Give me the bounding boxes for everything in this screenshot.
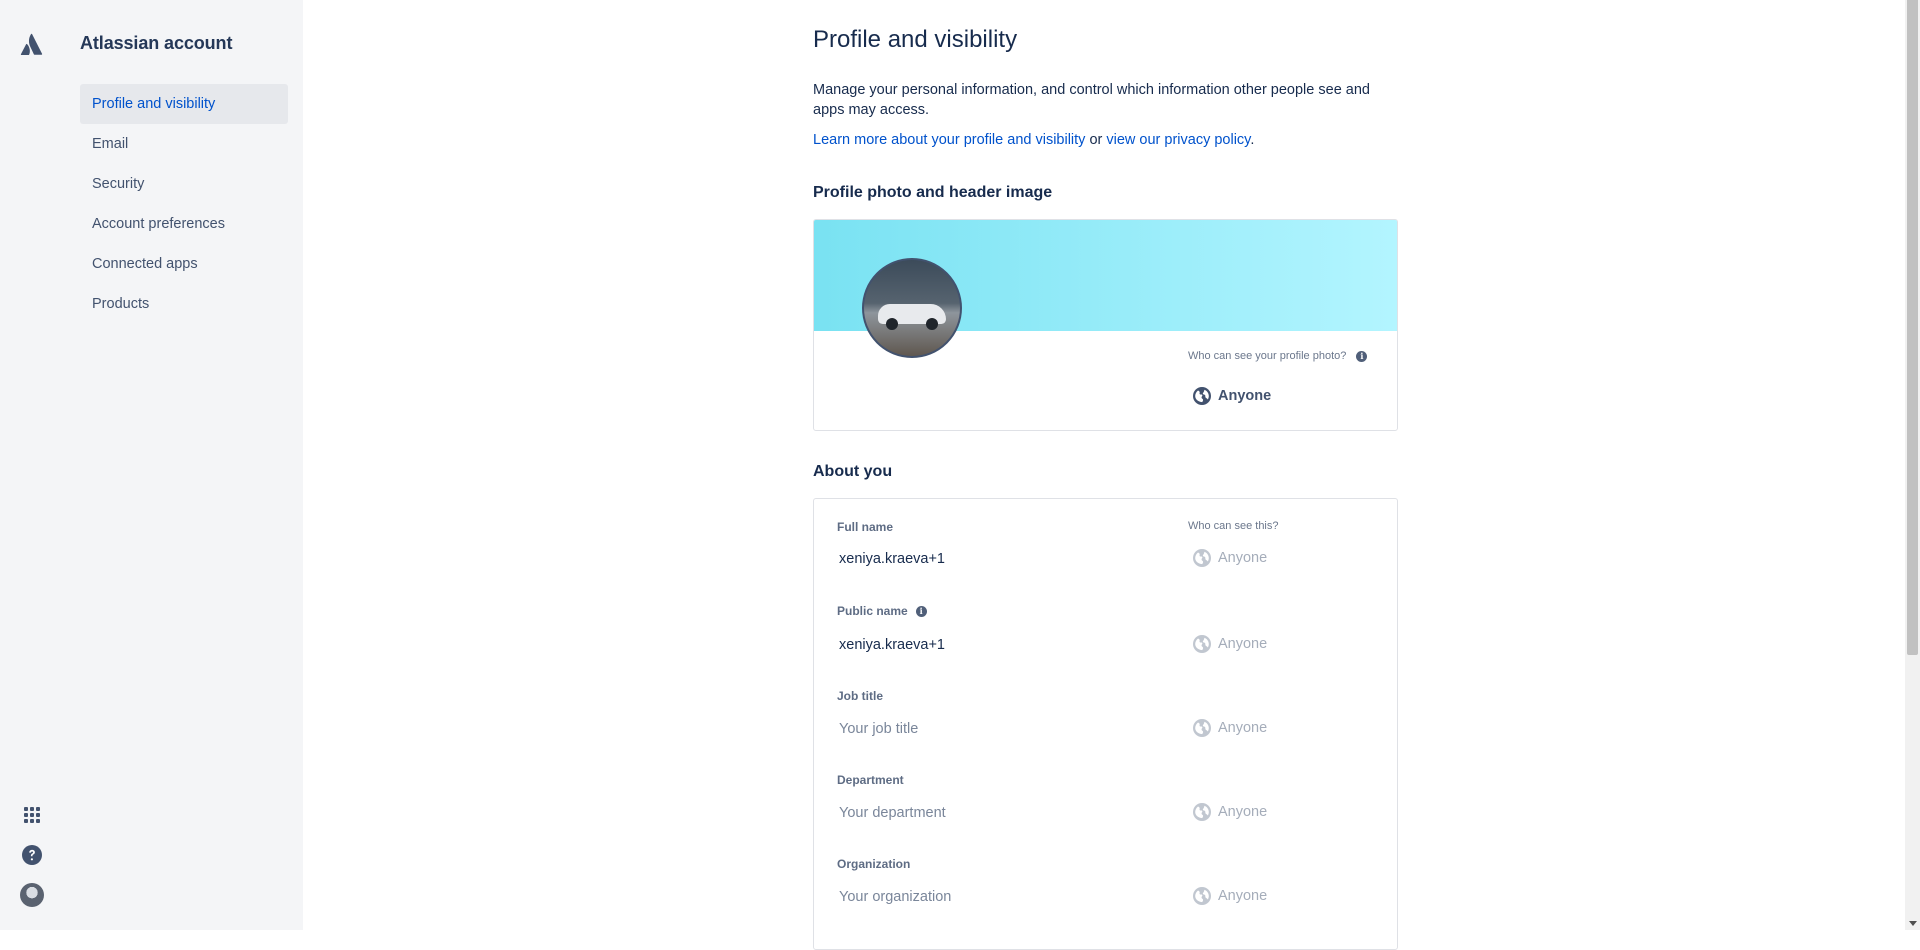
car-wheel-front [886, 318, 898, 330]
app-switcher-icon[interactable] [20, 803, 44, 827]
or-text: or [1085, 132, 1107, 148]
period-text: . [1250, 132, 1255, 148]
full-name-visibility-value: Anyone [1218, 550, 1268, 566]
globe-icon [1193, 887, 1211, 905]
full-name-field[interactable]: xeniya.kraeva+1 [839, 551, 945, 567]
organization-field[interactable]: Your organization [839, 889, 951, 905]
profile-photo[interactable] [862, 258, 962, 358]
sidebar: Atlassian account Profile and visibility… [0, 0, 303, 930]
globe-icon [1193, 803, 1211, 821]
organization-visibility[interactable]: Anyone [1192, 886, 1267, 906]
sidebar-item-connected-apps[interactable]: Connected apps [80, 244, 288, 284]
scrollbar-thumb[interactable] [1907, 0, 1918, 655]
privacy-policy-link[interactable]: view our privacy policy [1106, 132, 1250, 148]
page-title: Profile and visibility [813, 26, 1018, 53]
sidebar-item-profile-and-visibility[interactable]: Profile and visibility [80, 84, 288, 124]
department-visibility[interactable]: Anyone [1192, 802, 1267, 822]
app-title: Atlassian account [80, 33, 233, 53]
photo-section-title: Profile photo and header image [813, 184, 1053, 201]
car-wheel-rear [926, 318, 938, 330]
job-title-visibility[interactable]: Anyone [1192, 718, 1267, 738]
info-icon[interactable]: i [915, 606, 927, 618]
organization-visibility-value: Anyone [1218, 888, 1268, 904]
sidebar-nav: Profile and visibility Email Security Ac… [80, 84, 288, 324]
sidebar-item-email[interactable]: Email [80, 124, 288, 164]
department-visibility-value: Anyone [1218, 804, 1268, 820]
department-label: Department [837, 773, 904, 787]
help-icon[interactable] [20, 843, 44, 867]
photo-visibility-question: Who can see your profile photo? [1188, 350, 1347, 362]
photo-visibility-value: Anyone [1218, 388, 1272, 404]
job-title-field[interactable]: Your job title [839, 721, 918, 737]
atlassian-logo-icon[interactable] [20, 33, 44, 55]
public-name-label: Public name i [837, 604, 927, 618]
globe-icon [1193, 549, 1211, 567]
sidebar-item-products[interactable]: Products [80, 284, 288, 324]
photo-visibility-selector[interactable]: Anyone [1192, 384, 1271, 408]
public-name-field[interactable]: xeniya.kraeva+1 [839, 637, 945, 653]
globe-icon [1193, 719, 1211, 737]
organization-label: Organization [837, 857, 911, 871]
department-field[interactable]: Your department [839, 805, 946, 821]
about-section-title: About you [813, 463, 893, 480]
visibility-column-header: Who can see this? [1188, 520, 1279, 532]
info-icon[interactable]: i [1356, 350, 1368, 362]
scroll-down-arrow-icon[interactable] [1909, 921, 1917, 926]
public-name-visibility[interactable]: Anyone [1192, 634, 1267, 654]
help-links: Learn more about your profile and visibi… [813, 132, 1254, 148]
globe-icon [1193, 387, 1211, 405]
public-name-label-text: Public name [837, 604, 908, 618]
sidebar-item-security[interactable]: Security [80, 164, 288, 204]
intro-text: Manage your personal information, and co… [813, 82, 1370, 118]
about-you-card: Who can see this? Full name xeniya.kraev… [813, 498, 1398, 950]
public-name-visibility-value: Anyone [1218, 636, 1268, 652]
job-title-visibility-value: Anyone [1218, 720, 1268, 736]
globe-icon [1193, 635, 1211, 653]
scrollbar[interactable] [1905, 0, 1920, 930]
photo-visibility-label: Who can see your profile photo? i [1188, 350, 1368, 362]
job-title-label: Job title [837, 689, 884, 703]
full-name-label: Full name [837, 520, 894, 534]
full-name-visibility[interactable]: Anyone [1192, 548, 1267, 568]
sidebar-item-account-preferences[interactable]: Account preferences [80, 204, 288, 244]
learn-more-link[interactable]: Learn more about your profile and visibi… [813, 132, 1085, 148]
profile-photo-card: Who can see your profile photo? i Anyone [813, 219, 1398, 431]
user-avatar[interactable] [20, 883, 44, 907]
